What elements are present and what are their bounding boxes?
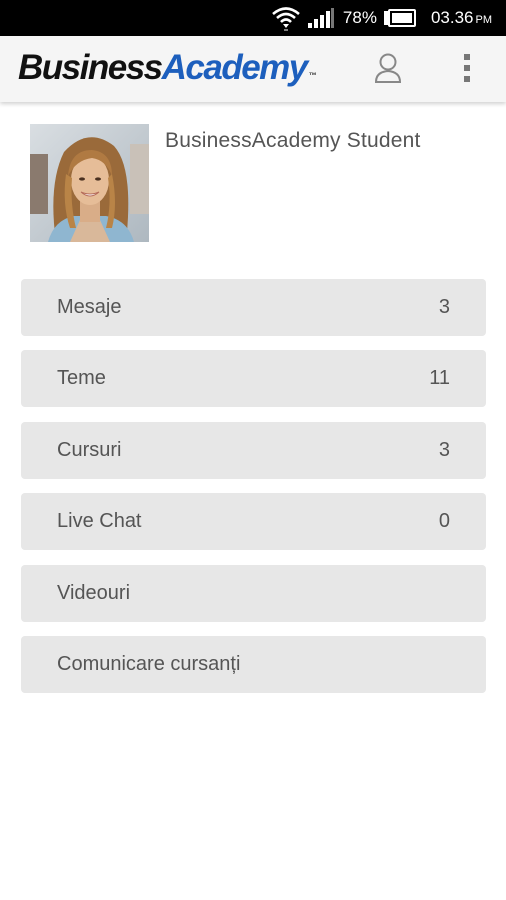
menu-item-count: 3 (438, 438, 450, 461)
profile-button[interactable] (370, 53, 406, 87)
menu-item-label: Mesaje (57, 296, 122, 318)
menu-list: Mesaje 3 Teme 11 Cursuri 3 Live Chat 0 V… (21, 279, 486, 707)
menu-item-videouri[interactable]: Videouri (21, 564, 486, 622)
clock-time: 03.36 (430, 8, 474, 27)
menu-item-count: 11 (429, 367, 450, 390)
menu-item-label: Live Chat (57, 510, 142, 533)
user-name: BusinessAcademy Student (165, 129, 421, 152)
signal-icon (307, 7, 335, 29)
menu-item-live-chat[interactable]: Live Chat 0 (21, 493, 486, 551)
logo-text-academy: Academy (161, 48, 309, 87)
menu-item-count: 3 (438, 296, 450, 318)
menu-item-teme[interactable]: Teme 11 (21, 350, 486, 408)
wifi-icon (271, 5, 301, 31)
logo-text-business: Business (18, 48, 163, 87)
logo-trademark: ™ (308, 71, 317, 80)
menu-item-label: Videouri (57, 581, 131, 604)
menu-item-label: Comunicare cursanți (57, 652, 241, 675)
menu-item-mesaje[interactable]: Mesaje 3 (21, 279, 486, 336)
overflow-menu-icon (462, 52, 472, 89)
avatar[interactable] (30, 124, 149, 242)
overflow-menu-button[interactable] (452, 51, 482, 89)
clock: 03.36 PM (431, 8, 492, 28)
app-bar: BusinessAcademy ™ (0, 36, 506, 102)
menu-item-comunicare-cursanti[interactable]: Comunicare cursanți (21, 635, 486, 693)
menu-item-label: Teme (57, 367, 106, 390)
menu-item-label: Cursuri (57, 438, 122, 461)
battery-percent: 78% (342, 8, 377, 27)
menu-item-count: 0 (438, 510, 450, 533)
battery-icon (383, 9, 417, 27)
status-bar: 78% 03.36 PM (0, 0, 506, 36)
clock-ampm: PM (475, 14, 493, 26)
person-outline-icon (373, 52, 403, 89)
menu-item-cursuri[interactable]: Cursuri 3 (21, 421, 486, 479)
business-academy-logo[interactable]: BusinessAcademy ™ (18, 46, 317, 90)
